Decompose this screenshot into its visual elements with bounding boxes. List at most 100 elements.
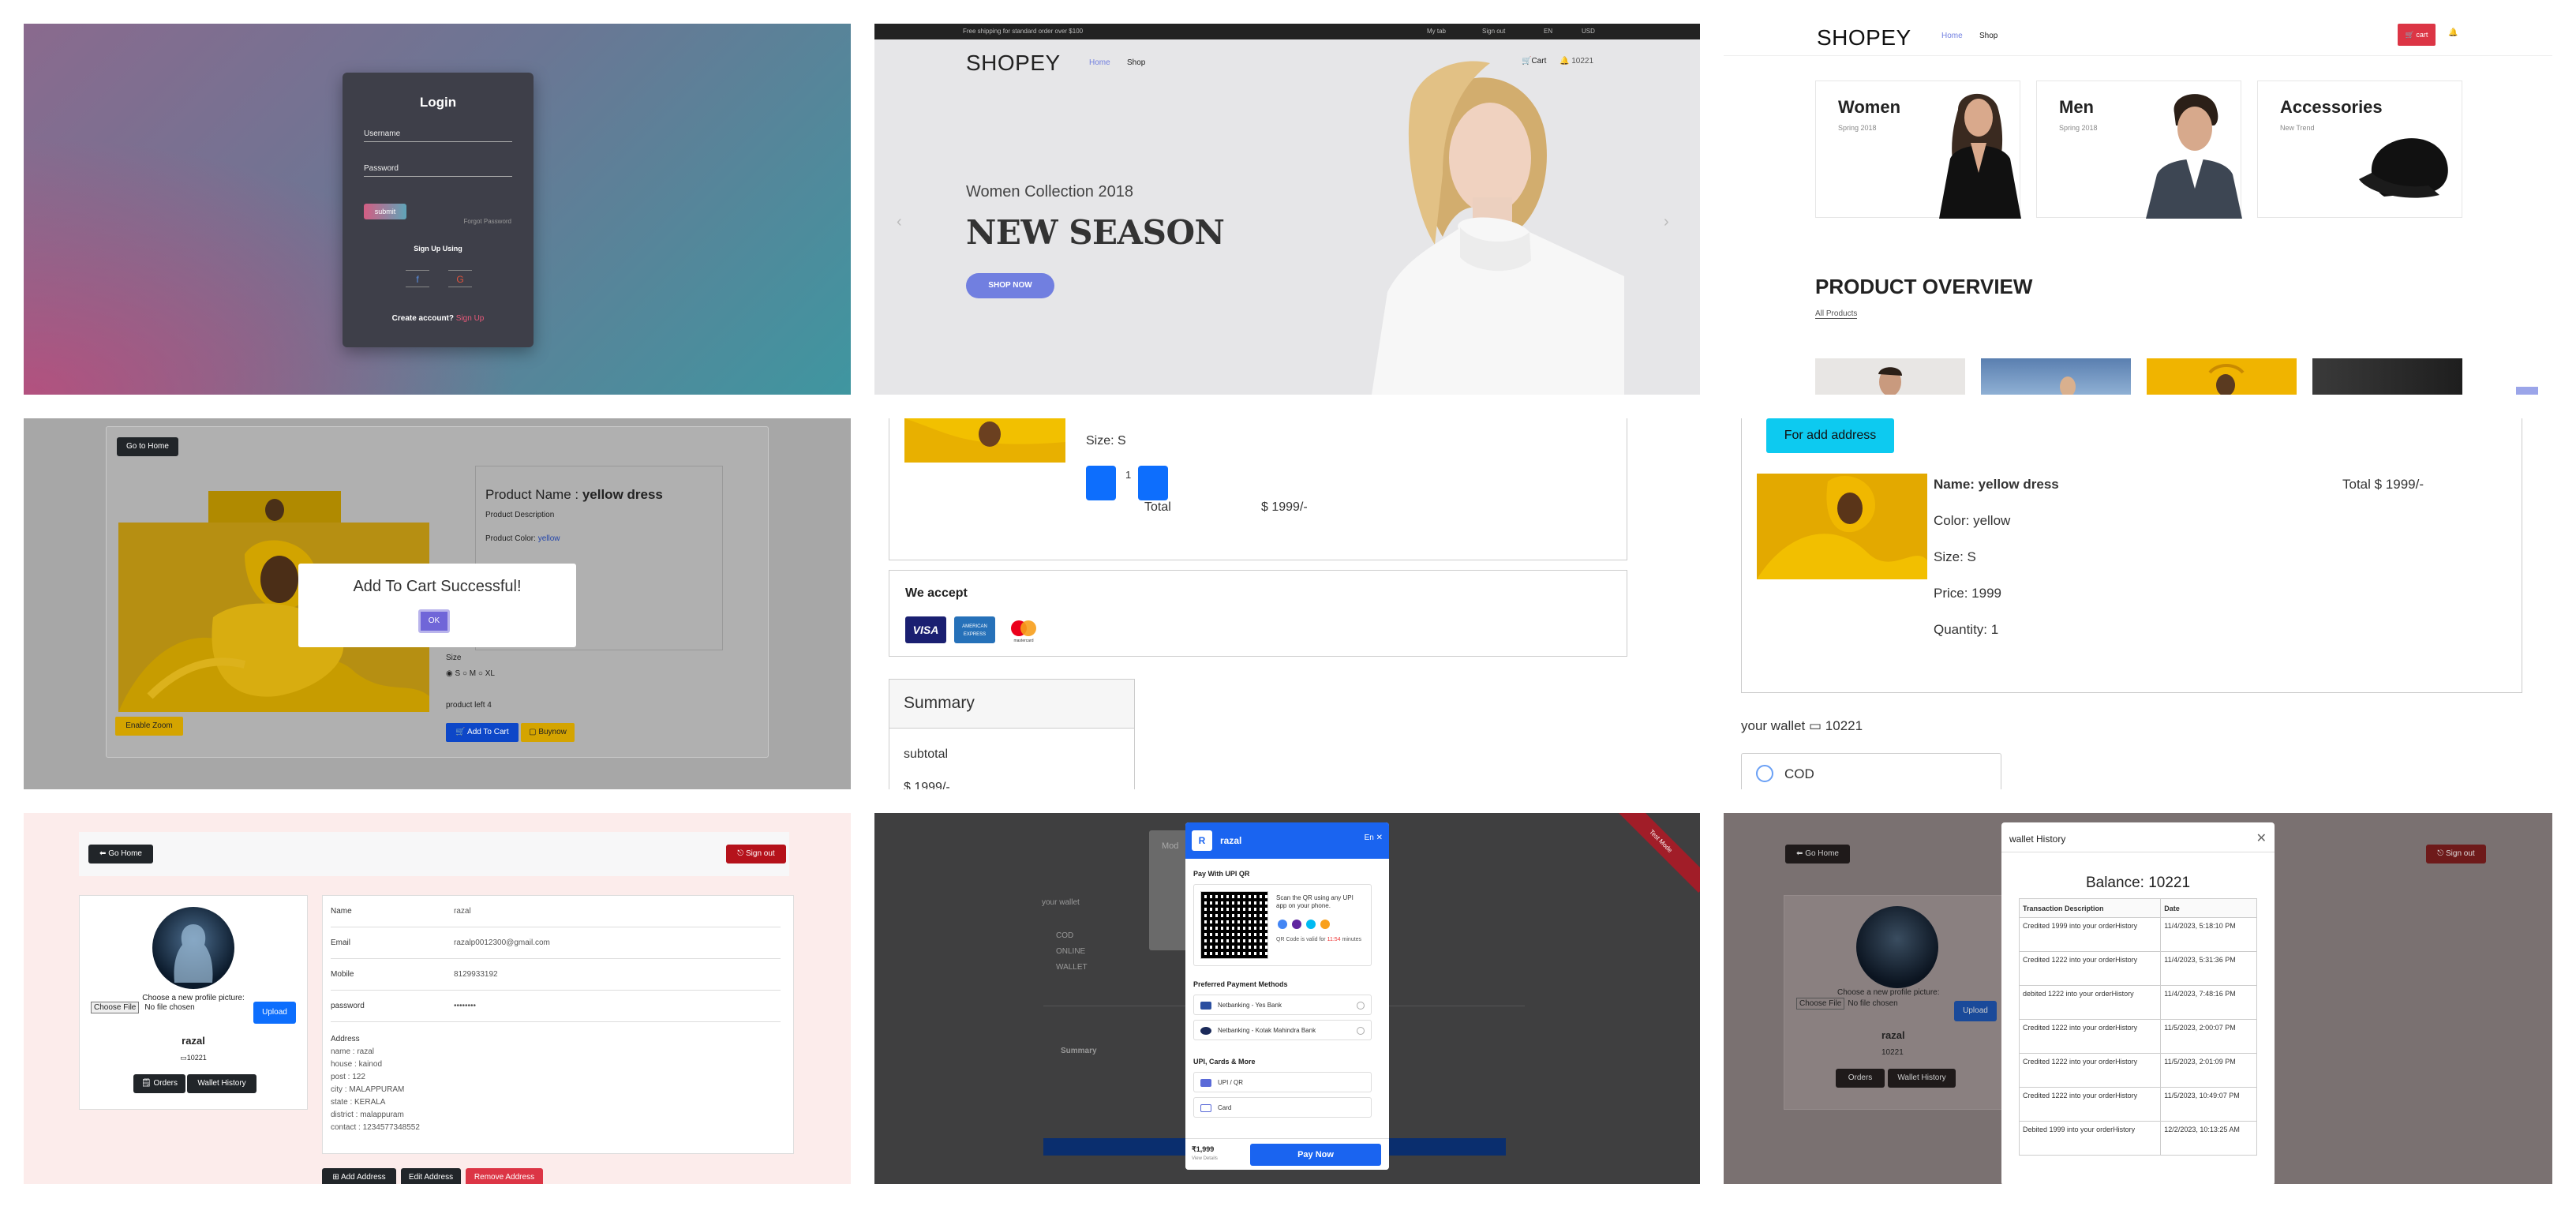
currency-select[interactable]: USD [1582,24,1595,39]
nav-shop[interactable]: Shop [1979,32,1998,40]
go-to-home-button[interactable]: Go to Home [117,437,178,456]
visa-card-icon: VISA [905,616,946,643]
subtotal-label: subtotal [904,747,949,761]
nav-home[interactable]: Home [1089,58,1110,67]
option-upi-qr[interactable]: UPI / QR [1193,1072,1372,1092]
men-image [2146,94,2242,219]
buy-now-button[interactable]: ▢ Buynow [521,723,575,742]
category-men[interactable]: Men Spring 2018 [2036,81,2242,219]
product-thumb-1[interactable] [1815,358,1965,395]
info-key: Email [331,938,351,947]
bg-option-wallet: WALLET [1056,963,1088,972]
transaction-description: Credited 1222 into your orderHistory [2018,951,2162,986]
transaction-description: Credited 1222 into your orderHistory [2018,1087,2162,1122]
password-field[interactable]: Password [364,164,512,177]
ok-button[interactable]: OK [418,609,450,633]
google-icon[interactable]: G [448,270,472,287]
product-thumb-3[interactable] [2147,358,2297,395]
file-chooser[interactable]: Choose File No file chosen [91,1002,200,1013]
category-accessories[interactable]: Accessories New Trend [2257,81,2462,218]
upi-cards-title: UPI, Cards & More [1193,1058,1256,1066]
logo[interactable]: SHOPEY [966,51,1061,76]
increase-qty-button[interactable] [1138,466,1168,500]
enable-zoom-button[interactable]: Enable Zoom [115,717,183,736]
create-account-text: Create account? Sign Up [343,314,534,323]
sign-out-link[interactable]: Sign out [1482,24,1505,39]
wallet-label: your wallet [1741,718,1806,733]
size-radio-s[interactable]: ◉ S [446,669,460,678]
sign-up-link[interactable]: Sign Up [456,314,485,323]
logo[interactable]: SHOPEY [1817,25,1911,51]
nav-home[interactable]: Home [1941,32,1963,40]
remove-address-button[interactable]: Remove Address [466,1168,543,1184]
bank-icon [1200,1027,1211,1035]
size-radio-xl[interactable]: ○ XL [478,669,495,678]
bell-icon[interactable]: 🔔 [2448,28,2458,37]
address-line: contact : 1234577348552 [331,1123,420,1132]
add-address-button[interactable]: ⊞ Add Address [322,1168,396,1184]
add-to-cart-button[interactable]: 🛒 Add To Cart [446,723,519,742]
info-value: 8129933192 [454,970,498,979]
view-details-link[interactable]: View Details [1192,1156,1218,1161]
facebook-icon[interactable]: f [406,270,429,287]
username-field[interactable]: Username [364,129,512,142]
cod-option[interactable]: COD [1741,753,2001,789]
cart-link[interactable]: 🛒Cart [1522,57,1546,66]
close-icon[interactable]: ✕ [2256,830,2267,846]
transaction-date: 11/5/2023, 2:01:09 PM [2160,1053,2257,1088]
orders-button[interactable]: 🗒 Orders [133,1074,185,1093]
method-radio[interactable] [1357,1027,1365,1035]
forgot-password-link[interactable]: Forgot Password [464,218,511,225]
cart-button[interactable]: 🛒 cart [2398,24,2436,46]
back-to-top-button[interactable] [2516,387,2538,395]
submit-button[interactable]: submit [364,204,406,219]
size-radio-m[interactable]: ○ M [462,669,476,678]
language-select[interactable]: En [1365,834,1374,842]
method-radio[interactable] [1357,1002,1365,1010]
method-yes-bank[interactable]: Netbanking - Yes Bank [1193,995,1372,1015]
go-home-button[interactable]: ⬅ Go Home [88,845,153,863]
cod-label: COD [1784,766,1814,781]
summary-card: Summary subtotal $ 1999/- [889,679,1135,789]
nav-shop[interactable]: Shop [1127,58,1145,67]
shop-now-button[interactable]: SHOP NOW [966,273,1054,298]
my-tab-link[interactable]: My tab [1427,24,1446,39]
prev-slide-icon[interactable]: ‹ [897,213,902,231]
product-thumb-4[interactable] [2312,358,2462,395]
close-icon[interactable]: ✕ [1376,834,1383,842]
choose-file-button[interactable]: Choose File [91,1002,140,1013]
method-kotak[interactable]: Netbanking - Kotak Mahindra Bank [1193,1020,1372,1040]
product-name-value: yellow dress [582,487,663,502]
for-add-address-button[interactable]: For add address [1766,418,1894,453]
product-description: Product Description [485,511,555,519]
option-card[interactable]: Card [1193,1097,1372,1118]
address-block: Address name : razal house : kainod post… [331,1033,420,1134]
lang-select[interactable]: EN [1544,24,1552,39]
wallet-balance: your wallet ▭ 10221 [1741,718,1863,734]
scan-text: Scan the QR using any UPI app on your ph… [1276,894,1354,909]
next-slide-icon[interactable]: › [1664,213,1669,231]
category-title: Men [2059,97,2094,117]
wallet-history-button[interactable]: Wallet History [187,1074,256,1093]
category-title: Accessories [2280,97,2383,117]
transaction-date: 11/5/2023, 2:00:07 PM [2160,1019,2257,1054]
cod-radio[interactable] [1756,765,1773,782]
decrease-qty-button[interactable] [1086,466,1116,500]
product-thumb-2[interactable] [1981,358,2131,395]
qr-valid-suffix: minutes [1342,937,1362,942]
pay-now-button[interactable]: Pay Now [1250,1144,1381,1166]
all-products-filter[interactable]: All Products [1815,309,1858,319]
modal-title: wallet History [2001,822,2275,852]
edit-address-button[interactable]: Edit Address [401,1168,461,1184]
column-header: Date [2160,898,2257,918]
category-women[interactable]: Women Spring 2018 [1815,81,2021,219]
bg-modal-title: Mod [1162,841,1179,851]
transaction-description: Credited 1222 into your orderHistory [2018,1053,2162,1088]
sign-out-button[interactable]: ⎋ Sign out [726,845,786,863]
upload-button[interactable]: Upload [253,1002,296,1024]
qr-validity: QR Code is valid for 11:54 minutes [1276,937,1363,942]
category-sub: Spring 2018 [2059,124,2098,132]
checkout-footer: ₹1,999 View Details Pay Now [1185,1138,1389,1170]
address-line: post : 122 [331,1073,365,1081]
info-row-email: Email razalp0012300@gmail.com [331,927,781,959]
